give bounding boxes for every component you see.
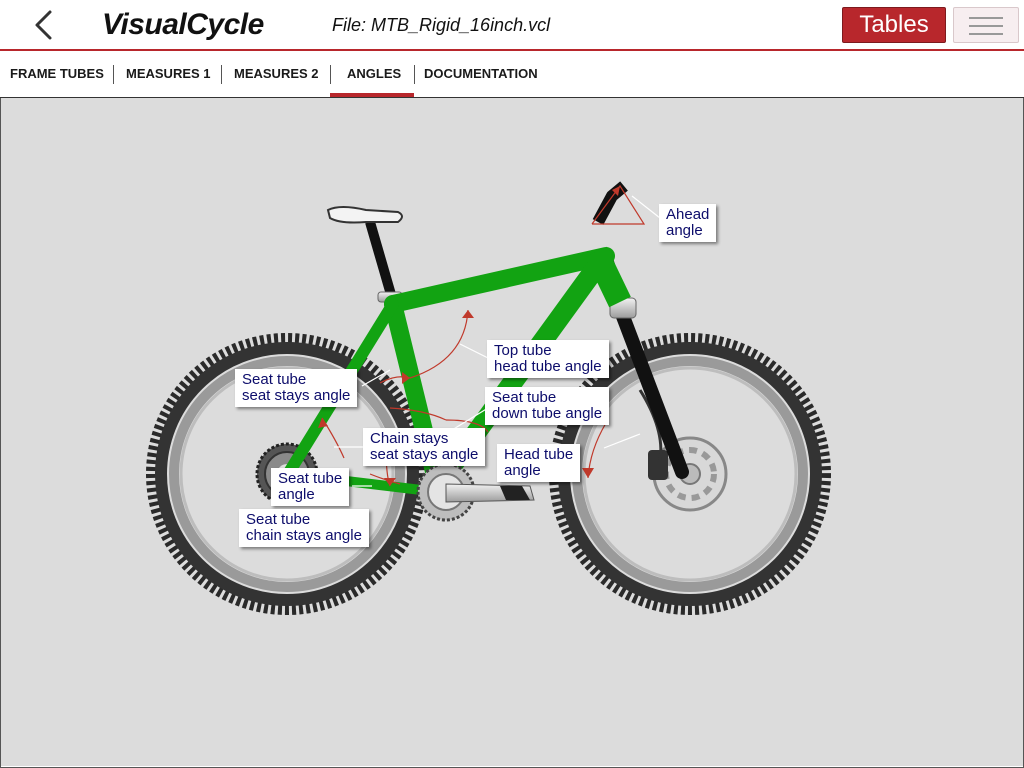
- callout-seat-tube-chain-stays-angle[interactable]: Seat tube chain stays angle: [239, 509, 369, 547]
- tab-angles[interactable]: ANGLES: [347, 66, 401, 81]
- callout-top-tube-head-tube-angle[interactable]: Top tube head tube angle: [487, 340, 609, 378]
- tab-divider: [330, 65, 331, 84]
- saddle: [326, 206, 403, 224]
- app-header: VisualCycle File: MTB_Rigid_16inch.vcl T…: [0, 0, 1024, 51]
- tab-measures-2[interactable]: MEASURES 2: [234, 66, 319, 81]
- menu-button[interactable]: [953, 7, 1019, 43]
- callout-head-tube-angle[interactable]: Head tube angle: [497, 444, 581, 482]
- back-button[interactable]: [26, 6, 62, 44]
- tables-button[interactable]: Tables: [842, 7, 946, 43]
- tab-bar: FRAME TUBES MEASURES 1 MEASURES 2 ANGLES…: [0, 51, 1024, 98]
- tab-divider: [414, 65, 415, 84]
- chevron-left-icon: [35, 10, 52, 40]
- seat-post: [365, 220, 403, 303]
- callout-seat-tube-down-tube-angle[interactable]: Seat tube down tube angle: [485, 387, 610, 425]
- bike-canvas: Ahead angle Top tube head tube angle Sea…: [1, 98, 1023, 766]
- app-title: VisualCycle: [102, 8, 264, 41]
- tab-frame-tubes[interactable]: FRAME TUBES: [10, 66, 104, 81]
- callout-ahead-angle[interactable]: Ahead angle: [659, 204, 717, 242]
- file-name-label: File: MTB_Rigid_16inch.vcl: [332, 15, 551, 35]
- bicycle-illustration: [146, 181, 831, 615]
- tab-measures-1[interactable]: MEASURES 1: [126, 66, 211, 81]
- callout-chain-stays-seat-stays-angle[interactable]: Chain stays seat stays angle: [363, 428, 486, 466]
- callout-seat-tube-seat-stays-angle[interactable]: Seat tube seat stays angle: [235, 369, 358, 407]
- active-tab-indicator: [330, 93, 414, 97]
- tab-divider: [113, 65, 114, 84]
- callout-seat-tube-angle[interactable]: Seat tube angle: [271, 468, 350, 506]
- stem: [592, 181, 628, 225]
- tab-documentation[interactable]: DOCUMENTATION: [424, 66, 538, 81]
- tab-divider: [221, 65, 222, 84]
